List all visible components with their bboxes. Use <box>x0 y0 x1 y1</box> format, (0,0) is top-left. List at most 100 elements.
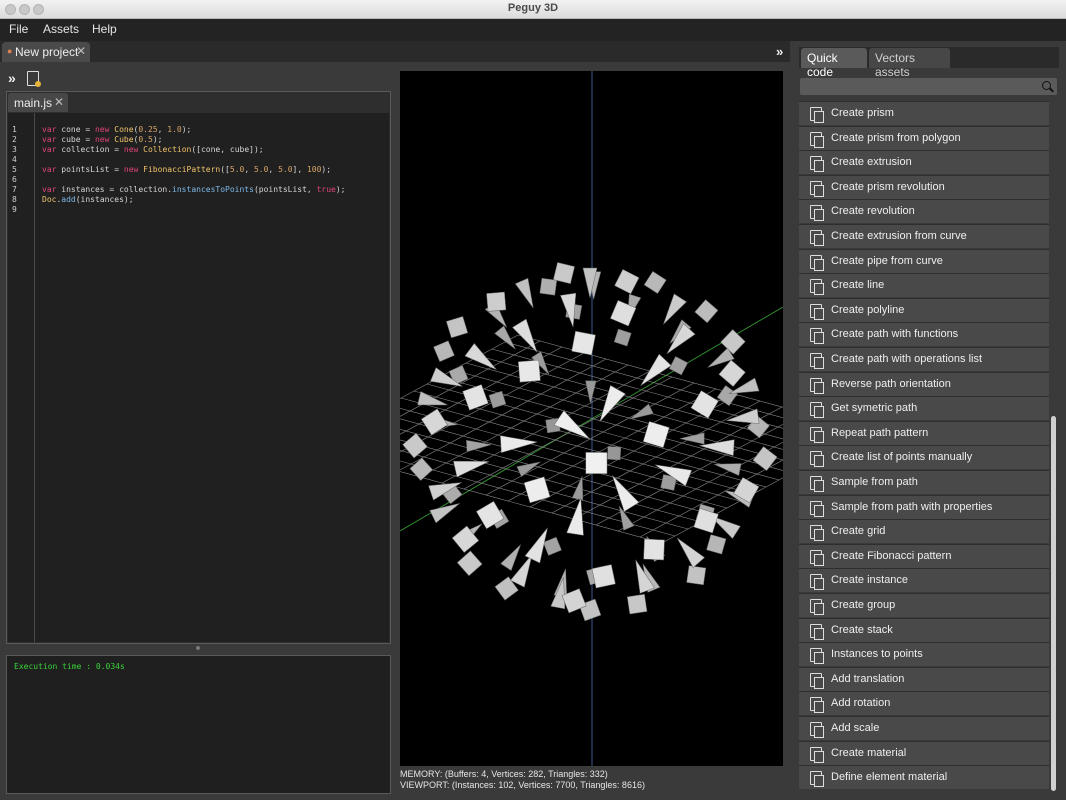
copy-snippet-icon <box>810 648 824 665</box>
copy-snippet-icon <box>810 180 824 197</box>
quick-code-item-label: Create instance <box>831 574 909 587</box>
quick-code-item[interactable]: Create Fibonacci pattern <box>799 543 1049 568</box>
quick-code-item[interactable]: Create group <box>799 593 1049 617</box>
code-token: cube = <box>56 135 95 144</box>
copy-snippet-icon <box>810 746 824 763</box>
quick-code-item-label: Create line <box>831 279 885 292</box>
quick-code-item[interactable]: Sample from path with properties <box>799 494 1049 519</box>
code-token: ); <box>335 185 346 194</box>
code-token: 5.0 <box>229 165 245 174</box>
quick-code-item[interactable]: Create stack <box>799 617 1049 642</box>
quick-code-item[interactable]: Create prism <box>799 101 1049 125</box>
project-tab[interactable]: ● New project ✕ <box>2 42 90 62</box>
close-file-tab-icon[interactable]: ✕ <box>54 95 64 109</box>
quick-code-item[interactable]: Create pipe from curve <box>799 248 1049 273</box>
code-line: Doc.add(instances); <box>42 195 134 204</box>
code-token: FibonacciPattern <box>143 165 221 174</box>
code-token: 0.5 <box>138 135 153 144</box>
cube-instance <box>686 565 707 586</box>
tab-quick-code[interactable]: Quick code <box>801 48 867 79</box>
run-code-icon[interactable]: » <box>8 70 16 86</box>
project-tab-strip <box>0 41 790 62</box>
quick-code-item[interactable]: Create path with functions <box>799 322 1049 347</box>
quick-code-item[interactable]: Create path with operations list <box>799 347 1049 371</box>
code-token: ], <box>292 165 307 174</box>
quick-code-item[interactable]: Define element material <box>799 765 1049 790</box>
cube-instance <box>486 291 507 312</box>
quick-code-item[interactable]: Create instance <box>799 568 1049 593</box>
quick-code-item-label: Create prism <box>831 107 894 119</box>
copy-snippet-icon <box>810 549 824 566</box>
quick-code-item[interactable]: Create list of points manually <box>799 445 1049 470</box>
quick-code-item[interactable]: Create extrusion <box>799 150 1049 175</box>
quick-code-item-label: Add rotation <box>831 697 891 710</box>
quick-code-item[interactable]: Create revolution <box>799 199 1049 224</box>
cube-instance <box>694 299 719 324</box>
copy-snippet-icon <box>810 722 824 738</box>
cone-instance <box>585 380 597 404</box>
code-token: var <box>42 125 57 134</box>
quick-code-item[interactable]: Create grid <box>799 519 1049 544</box>
quick-code-item[interactable]: Create prism from polygon <box>799 125 1049 150</box>
cone-instance <box>429 503 460 524</box>
execution-time-text: Execution time : 0.034s <box>14 662 125 671</box>
editor-console-splitter[interactable] <box>196 646 200 650</box>
quick-code-item-label: Create extrusion <box>831 156 912 169</box>
quick-code-item-label: Create group <box>831 599 896 611</box>
cube-instance <box>433 340 455 362</box>
menu-help[interactable]: Help <box>92 22 117 36</box>
cone-instance <box>466 439 492 453</box>
new-file-icon[interactable] <box>27 71 41 87</box>
cube-instance <box>518 359 541 383</box>
project-tab-label: New project <box>15 45 79 59</box>
quick-code-item[interactable]: Create polyline <box>799 297 1049 322</box>
scrollbar-thumb[interactable] <box>1051 416 1056 791</box>
quick-code-item[interactable]: Add scale <box>799 716 1049 740</box>
copy-snippet-icon <box>810 500 824 517</box>
code-token: new <box>123 145 139 154</box>
quick-code-item-label: Create pipe from curve <box>831 254 943 267</box>
menu-assets[interactable]: Assets <box>43 22 79 36</box>
code-line: var cone = new Cone(0.25, 1.0); <box>42 125 191 134</box>
tab-vectors-assets[interactable]: Vectors assets <box>869 48 950 79</box>
search-icon[interactable] <box>1042 81 1051 90</box>
quick-code-item-label: Add translation <box>831 672 905 685</box>
3d-viewport[interactable] <box>400 71 783 766</box>
quick-code-item[interactable]: Repeat path pattern <box>799 420 1049 445</box>
collapse-panel-icon[interactable]: » <box>776 44 783 59</box>
cube-instance <box>706 534 727 555</box>
copy-snippet-icon <box>810 328 824 345</box>
file-tab-main-js[interactable]: main.js ✕ <box>8 93 68 112</box>
quick-code-item-label: Instances to points <box>831 648 923 661</box>
quick-code-item[interactable]: Reverse path orientation <box>799 371 1049 396</box>
quick-code-item-label: Create material <box>831 746 907 759</box>
copy-snippet-icon <box>810 426 824 443</box>
quick-code-item-label: Create Fibonacci pattern <box>831 549 952 562</box>
quick-code-item[interactable]: Create extrusion from curve <box>799 224 1049 248</box>
quick-code-item[interactable]: Instances to points <box>799 642 1049 667</box>
quick-code-item[interactable]: Add rotation <box>799 691 1049 716</box>
quick-code-item[interactable]: Create line <box>799 273 1049 298</box>
search-input[interactable] <box>800 78 1057 95</box>
quick-code-item-label: Reverse path orientation <box>831 377 951 390</box>
cube-instance <box>607 446 622 461</box>
quick-code-item[interactable]: Sample from path <box>799 470 1049 494</box>
quick-code-item[interactable]: Add translation <box>799 666 1049 691</box>
cube-instance <box>421 408 448 436</box>
quick-code-list: Create prism Create prism from polygon Cre… <box>799 101 1049 793</box>
quick-code-item[interactable]: Get symetric path <box>799 396 1049 421</box>
close-tab-icon[interactable]: ✕ <box>76 44 86 58</box>
quick-code-item[interactable]: Create material <box>799 740 1049 765</box>
quick-code-item[interactable]: Create prism revolution <box>799 174 1049 199</box>
quick-code-item-label: Sample from path with properties <box>831 500 993 513</box>
code-token: Doc <box>42 195 57 204</box>
menu-file[interactable]: File <box>9 22 28 36</box>
copy-snippet-icon <box>810 303 824 320</box>
code-token: cone = <box>56 125 95 134</box>
code-token: true <box>316 185 336 194</box>
cube-instance <box>542 536 562 556</box>
copy-snippet-icon <box>810 476 824 492</box>
code-token: Cone <box>114 125 134 134</box>
line-number: 8 <box>12 195 17 204</box>
cube-instance <box>716 385 738 407</box>
